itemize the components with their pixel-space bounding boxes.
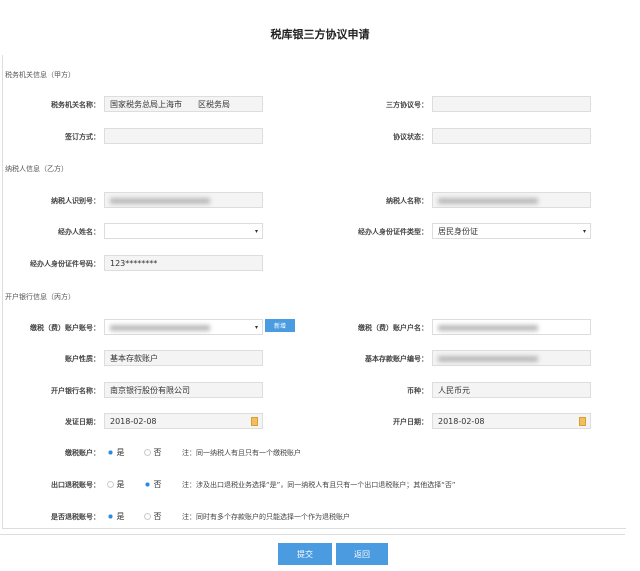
taxpayer-name-label: 纳税人名称： bbox=[386, 197, 428, 205]
back-button[interactable]: 返回 bbox=[336, 543, 388, 565]
open-date-label: 开户日期： bbox=[393, 418, 428, 426]
divider bbox=[0, 534, 625, 535]
pay-account-no-label: 缴税（费）账户账号： bbox=[30, 324, 100, 332]
currency-input[interactable]: 人民币元 bbox=[432, 382, 591, 398]
radio-no[interactable]: 否 bbox=[144, 511, 162, 522]
section-taxpayer: 纳税人信息（乙方） bbox=[5, 165, 68, 173]
agent-id-no-input[interactable]: 123******** bbox=[104, 255, 263, 271]
field-value: 南京银行股份有限公司 bbox=[110, 386, 190, 395]
redacted-value bbox=[438, 324, 538, 331]
taxpayer-name-input[interactable] bbox=[432, 192, 591, 208]
radio-no[interactable]: 否 bbox=[144, 479, 162, 490]
radio-yes[interactable]: 是 bbox=[107, 511, 125, 522]
pay-account-no-select[interactable]: ▾ bbox=[104, 319, 263, 335]
tax-office-name-label: 税务机关名称： bbox=[51, 101, 100, 109]
export-refund-label: 出口退税账号： bbox=[51, 481, 100, 489]
page-title: 税库银三方协议申请 bbox=[270, 28, 370, 41]
section-bank: 开户银行信息（丙方） bbox=[5, 293, 75, 301]
agreement-status-input[interactable] bbox=[432, 128, 591, 144]
redacted-value bbox=[110, 324, 210, 331]
redacted-value bbox=[438, 355, 538, 362]
chevron-down-icon: ▾ bbox=[582, 228, 586, 235]
tax-office-name-input[interactable]: 国家税务总局上海市 区税务局 bbox=[104, 96, 263, 112]
radio-yes[interactable]: 是 bbox=[107, 479, 125, 490]
bank-name-label: 开户银行名称： bbox=[51, 387, 100, 395]
field-value: 2018-02-08 bbox=[110, 417, 157, 426]
radio-yes-label: 是 bbox=[116, 448, 125, 457]
currency-label: 币种： bbox=[407, 387, 428, 395]
account-type-label: 账户性质： bbox=[65, 355, 100, 363]
radio-yes-label: 是 bbox=[116, 480, 125, 489]
redacted-value bbox=[438, 197, 538, 204]
pay-account-name-input[interactable] bbox=[432, 319, 591, 335]
sign-method-input[interactable] bbox=[104, 128, 263, 144]
field-value: 基本存款账户 bbox=[110, 354, 158, 363]
calendar-icon[interactable] bbox=[579, 417, 586, 426]
open-date-input[interactable]: 2018-02-08 bbox=[432, 413, 591, 429]
taxpayer-id-label: 纳税人识别号： bbox=[51, 197, 100, 205]
agent-name-select[interactable]: ▾ bbox=[104, 223, 263, 239]
radio-yes[interactable]: 是 bbox=[107, 447, 125, 458]
agent-name-label: 经办人姓名： bbox=[58, 228, 100, 236]
section-tax-office: 税务机关信息（甲方） bbox=[5, 71, 75, 79]
refund-account-label: 是否退税账号： bbox=[51, 513, 100, 521]
basic-account-no-label: 基本存款账户编号： bbox=[365, 355, 428, 363]
radio-no[interactable]: 否 bbox=[144, 447, 162, 458]
note-text: 注：同一纳税人有且只有一个缴税账户 bbox=[182, 449, 301, 457]
add-account-button[interactable]: 新增 bbox=[265, 319, 295, 332]
radio-yes-label: 是 bbox=[116, 512, 125, 521]
note-text: 注：涉及出口退税业务选择“是”，同一纳税人有且只有一个出口退税账户；其他选择“否… bbox=[182, 481, 456, 489]
redacted-value bbox=[110, 197, 210, 204]
field-value: 2018-02-08 bbox=[438, 417, 485, 426]
agent-id-no-label: 经办人身份证件号码： bbox=[30, 260, 100, 268]
field-value: 123******** bbox=[110, 259, 158, 268]
chevron-down-icon: ▾ bbox=[254, 228, 258, 235]
bank-name-input[interactable]: 南京银行股份有限公司 bbox=[104, 382, 263, 398]
field-value: 国家税务总局上海市 区税务局 bbox=[110, 100, 230, 109]
tax-account-label: 缴税账户： bbox=[65, 449, 100, 457]
field-value: 居民身份证 bbox=[438, 227, 478, 236]
radio-no-label: 否 bbox=[153, 480, 162, 489]
agreement-no-input[interactable] bbox=[432, 96, 591, 112]
chevron-down-icon: ▾ bbox=[254, 324, 258, 331]
agreement-no-label: 三方协议号： bbox=[386, 101, 428, 109]
submit-button[interactable]: 提交 bbox=[278, 543, 332, 565]
issue-date-input[interactable]: 2018-02-08 bbox=[104, 413, 263, 429]
pay-account-name-label: 缴税（费）账户户名： bbox=[358, 324, 428, 332]
agreement-status-label: 协议状态： bbox=[393, 133, 428, 141]
agent-id-type-select[interactable]: 居民身份证 ▾ bbox=[432, 223, 591, 239]
basic-account-no-input[interactable] bbox=[432, 350, 591, 366]
agent-id-type-label: 经办人身份证件类型： bbox=[358, 228, 428, 236]
calendar-icon[interactable] bbox=[251, 417, 258, 426]
taxpayer-id-input[interactable] bbox=[104, 192, 263, 208]
issue-date-label: 发证日期： bbox=[65, 418, 100, 426]
account-type-input[interactable]: 基本存款账户 bbox=[104, 350, 263, 366]
radio-no-label: 否 bbox=[153, 448, 162, 457]
field-value: 人民币元 bbox=[438, 386, 470, 395]
radio-no-label: 否 bbox=[153, 512, 162, 521]
sign-method-label: 签订方式： bbox=[65, 133, 100, 141]
note-text: 注：同时有多个存款账户的只能选择一个作为退税账户 bbox=[182, 513, 350, 521]
